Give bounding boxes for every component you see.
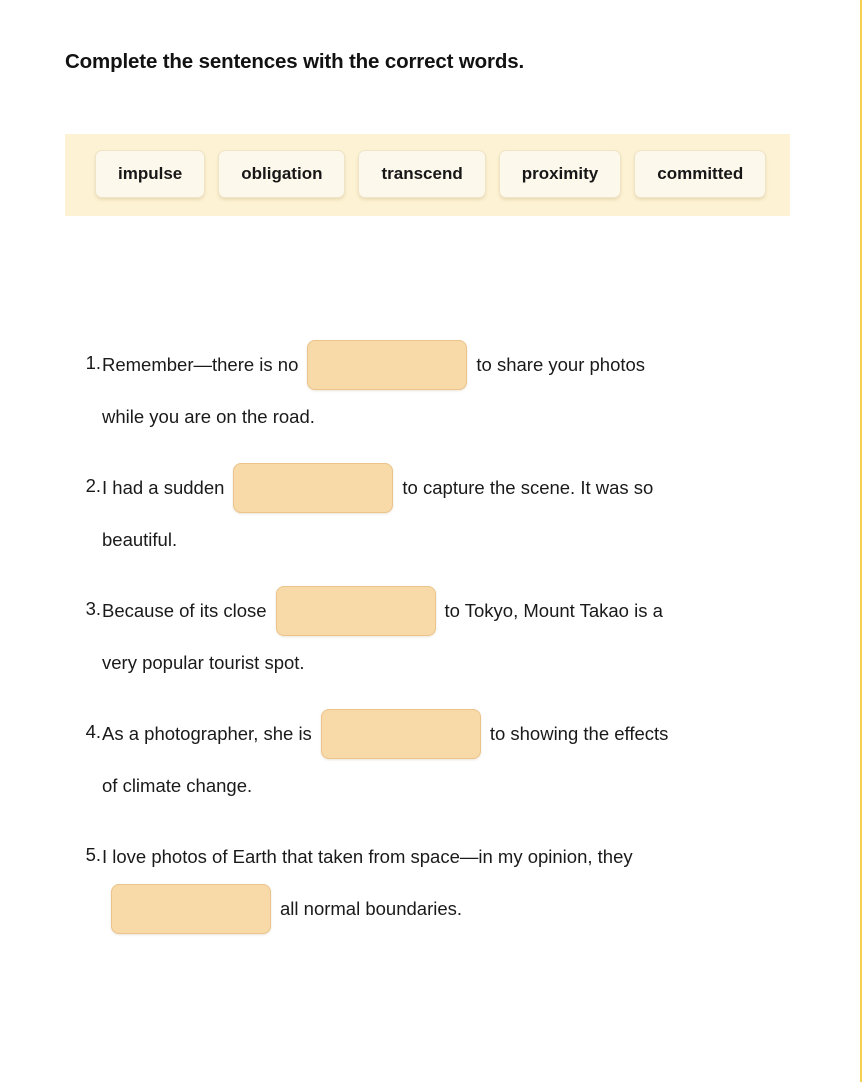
question-number: 5. [85, 844, 101, 865]
page-title: Complete the sentences with the correct … [65, 49, 525, 73]
question-item: 1. Remember—there is no to share your ph… [65, 338, 805, 442]
question-text-after: to Tokyo, Mount Takao is a [444, 600, 663, 622]
question-number: 2. [85, 475, 101, 496]
word-bank: impulse obligation transcend proximity c… [65, 134, 790, 216]
question-body: I love photos of Earth that taken from s… [102, 830, 805, 934]
answer-blank[interactable] [275, 586, 436, 636]
question-text-before: Remember—there is no [102, 354, 299, 376]
worksheet-page: Complete the sentences with the correct … [0, 0, 865, 1082]
question-line-2: of climate change. [102, 761, 805, 811]
question-text-continued: all normal boundaries. [280, 898, 463, 920]
question-text-after: to showing the effects [489, 723, 669, 745]
word-chip[interactable]: transcend [358, 150, 486, 198]
question-line-2: all normal boundaries. [102, 884, 805, 934]
answer-blank[interactable] [233, 463, 394, 513]
question-text-before: As a photographer, she is [102, 723, 312, 745]
question-text-continued: of climate change. [102, 775, 253, 797]
question-text-after: to capture the scene. It was so [402, 477, 654, 499]
word-chip[interactable]: committed [634, 150, 767, 198]
page-edge-rule [860, 0, 862, 1082]
answer-blank[interactable] [320, 709, 481, 759]
question-body: Remember—there is no to share your photo… [102, 338, 805, 442]
question-line-2: while you are on the road. [102, 392, 805, 442]
question-item: 3. Because of its close to Tokyo, Mount … [65, 584, 805, 688]
question-text-before: I love photos of Earth that taken from s… [102, 846, 633, 868]
question-body: I had a sudden to capture the scene. It … [102, 461, 805, 565]
question-number: 4. [85, 721, 101, 742]
word-chip[interactable]: obligation [218, 150, 346, 198]
question-item: 2. I had a sudden to capture the scene. … [65, 461, 805, 565]
question-line-2: beautiful. [102, 515, 805, 565]
word-bank-chip-row: impulse obligation transcend proximity c… [95, 150, 790, 198]
question-text-before: Because of its close [102, 600, 267, 622]
question-text-before: I had a sudden [102, 477, 225, 499]
question-body: Because of its close to Tokyo, Mount Tak… [102, 584, 805, 688]
question-list: 1. Remember—there is no to share your ph… [65, 338, 805, 953]
question-text-continued: beautiful. [102, 529, 178, 551]
question-line-1: Remember—there is no to share your photo… [102, 338, 805, 392]
word-chip[interactable]: impulse [95, 150, 206, 198]
question-line-1: Because of its close to Tokyo, Mount Tak… [102, 584, 805, 638]
question-item: 5. I love photos of Earth that taken fro… [65, 830, 805, 934]
answer-blank[interactable] [111, 884, 271, 934]
question-number: 1. [85, 352, 101, 373]
question-text-continued: very popular tourist spot. [102, 652, 305, 674]
question-text-after: to share your photos [476, 354, 646, 376]
word-chip[interactable]: proximity [498, 150, 622, 198]
question-line-1: As a photographer, she is to showing the… [102, 707, 805, 761]
question-body: As a photographer, she is to showing the… [102, 707, 805, 811]
answer-blank[interactable] [307, 340, 468, 390]
question-line-1: I had a sudden to capture the scene. It … [102, 461, 805, 515]
question-text-continued: while you are on the road. [102, 406, 315, 428]
question-number: 3. [85, 598, 101, 619]
question-item: 4. As a photographer, she is to showing … [65, 707, 805, 811]
question-line-2: very popular tourist spot. [102, 638, 805, 688]
question-line-1: I love photos of Earth that taken from s… [102, 830, 805, 884]
